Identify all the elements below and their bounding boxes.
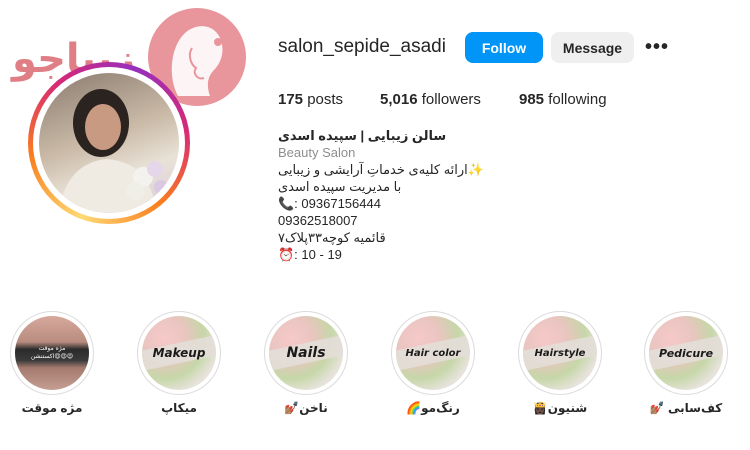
posts-label: posts <box>307 91 344 108</box>
profile-photo <box>39 73 179 213</box>
follow-button[interactable]: Follow <box>465 32 543 63</box>
highlight-label: ناخن💅🏽 <box>284 401 328 415</box>
following-number: 985 <box>519 91 545 108</box>
highlight-cover-text: Hair color <box>405 347 461 359</box>
bio-name: سالن زیبایی | سپیده اسدی <box>278 128 447 143</box>
bio-address: قائمیه کوچه۳۳پلاک۷ <box>278 230 386 245</box>
highlight-nails[interactable]: Nails ناخن💅🏽 <box>261 311 351 415</box>
bio-phone-1: 09367156444 :📞 <box>278 196 381 211</box>
bio-line: با مدیریت سپیده اسدی <box>278 179 402 194</box>
bio-phone-2: 09362518007 <box>278 213 358 228</box>
highlight-label: مژه موقت <box>21 401 83 415</box>
profile-username: salon_sepide_asadi <box>278 36 446 57</box>
highlight-cover-text: Makeup <box>152 346 206 360</box>
highlight-hairstyle[interactable]: Hairstyle شنیون👸🏿 <box>515 311 605 415</box>
highlight-label: رنگ‌مو🌈 <box>406 401 460 415</box>
followers-link[interactable]: 5,016 followers <box>380 91 481 108</box>
followers-label: followers <box>421 91 481 108</box>
highlight-cover-text: Pedicure <box>658 346 714 360</box>
posts-number: 175 <box>278 91 304 108</box>
highlight-cover: Makeup <box>142 316 216 390</box>
profile-avatar[interactable] <box>28 62 190 224</box>
highlight-lashes[interactable]: مژه موقت اکستنشن😍😍😍 مژه موقت <box>7 311 97 415</box>
highlight-cover-text: مژه موقت اکستنشن😍😍😍 <box>30 345 74 360</box>
highlight-cover: Hair color <box>396 316 470 390</box>
highlight-makeup[interactable]: Makeup میکاپ <box>134 311 224 415</box>
highlight-cover: Pedicure <box>649 316 723 390</box>
highlight-cover-text: Hairstyle <box>534 347 586 359</box>
profile-bio: سالن زیبایی | سپیده اسدی Beauty Salon ✨ا… <box>278 127 518 263</box>
following-link[interactable]: 985 following <box>519 91 607 108</box>
highlight-label: شنیون👸🏿 <box>532 401 588 415</box>
highlight-cover: Nails <box>269 316 343 390</box>
more-options-icon[interactable]: ••• <box>645 36 669 59</box>
bio-line: ✨ارائه کلیه‌ی خدماتِ آرایشی و زیبایی <box>278 162 484 177</box>
highlight-cover: مژه موقت اکستنشن😍😍😍 <box>15 316 89 390</box>
highlight-label: کف‌سابی 💅🏽 <box>649 401 723 415</box>
highlight-pedicure[interactable]: Pedicure کف‌سابی 💅🏽 <box>641 311 731 415</box>
posts-count: 175 posts <box>278 91 343 108</box>
highlight-label: میکاپ <box>161 401 197 415</box>
highlight-hair-color[interactable]: Hair color رنگ‌مو🌈 <box>388 311 478 415</box>
bio-category: Beauty Salon <box>278 145 356 160</box>
highlight-cover-text: Nails <box>286 345 326 361</box>
message-button[interactable]: Message <box>551 32 634 63</box>
highlight-cover: Hairstyle <box>523 316 597 390</box>
bio-hours: 19 - 10 :⏰ <box>278 247 342 262</box>
followers-number: 5,016 <box>380 91 418 108</box>
following-label: following <box>548 91 607 108</box>
